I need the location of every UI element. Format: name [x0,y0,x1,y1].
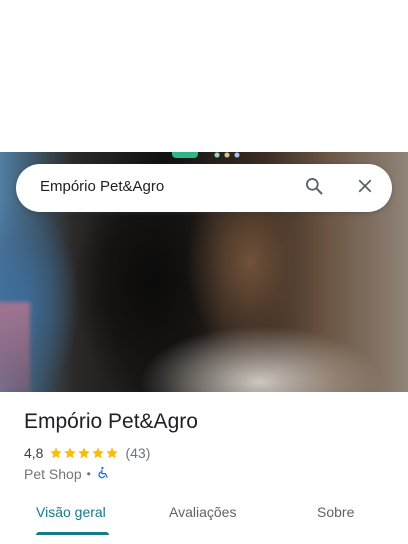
category-label: Pet Shop [24,466,82,482]
star-icon [64,447,77,459]
place-title: Empório Pet&Agro [24,410,198,433]
star-icon [78,447,91,459]
tab-bar: Visão geral Avaliações Sobre [0,492,408,544]
active-tab-indicator [36,532,109,535]
close-icon [356,177,374,200]
star-icon [92,447,105,459]
wheelchair-icon [96,466,110,483]
search-input[interactable]: Empório Pet&Agro [40,178,164,195]
photo-detail-background [0,302,30,392]
search-bar[interactable]: Empório Pet&Agro [16,164,392,212]
separator-dot: • [86,467,91,481]
star-icon [106,447,119,459]
category-row: Pet Shop • [24,465,110,483]
search-icon [304,176,324,201]
top-blank-area [0,0,408,152]
close-button[interactable] [349,172,381,204]
rating-stars [49,446,119,460]
search-button[interactable] [298,172,330,204]
photo-detail-beads [212,152,244,160]
tab-reviews[interactable]: Avaliações [169,504,236,520]
photo-detail-bow [172,152,198,158]
tab-overview[interactable]: Visão geral [36,504,106,520]
tab-about[interactable]: Sobre [317,504,354,520]
star-icon [50,447,63,459]
rating-row[interactable]: 4,8 (43) [24,444,150,462]
rating-value: 4,8 [24,445,44,461]
review-count[interactable]: (43) [125,445,150,461]
